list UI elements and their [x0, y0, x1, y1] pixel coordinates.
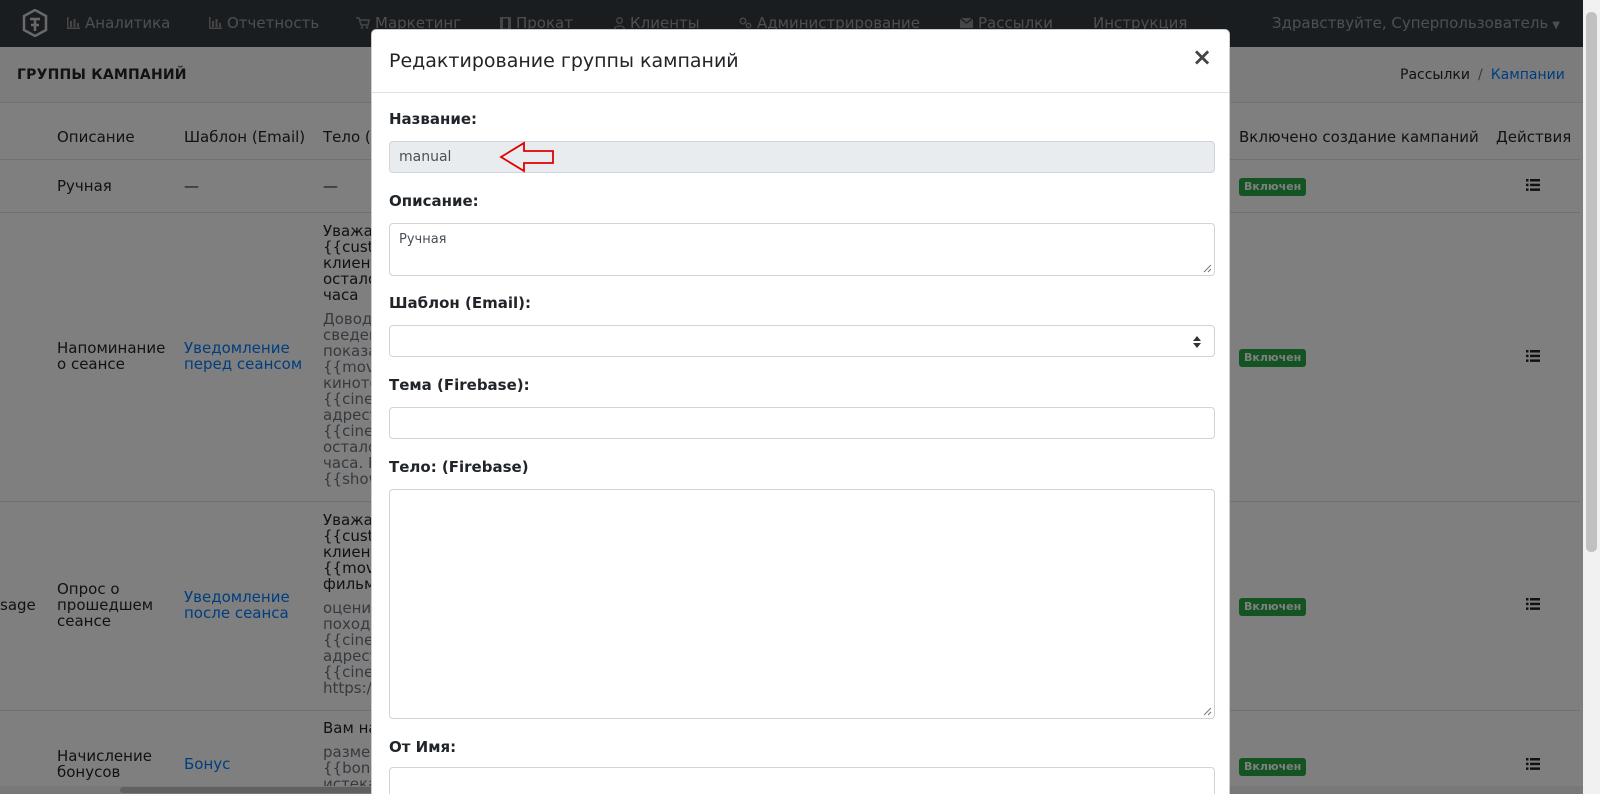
resize-grip-icon[interactable] [1203, 264, 1212, 273]
modal-header: Редактирование группы кампаний × [372, 30, 1229, 93]
vertical-scrollbar[interactable] [1583, 0, 1600, 794]
template-select[interactable] [389, 325, 1215, 357]
name-field-value: manual [399, 149, 452, 165]
from-name-field[interactable] [389, 767, 1215, 794]
resize-grip-icon[interactable] [1203, 707, 1212, 716]
description-textarea-value: Ручная [399, 232, 447, 247]
template-label: Шаблон (Email): [389, 294, 531, 312]
description-label: Описание: [389, 192, 479, 210]
topic-field[interactable] [389, 407, 1215, 439]
from-name-label: От Имя: [389, 738, 457, 756]
topic-label: Тема (Firebase): [389, 376, 530, 394]
select-arrows-icon [1193, 336, 1201, 348]
edit-campaign-group-modal: Редактирование группы кампаний × Названи… [371, 29, 1230, 794]
description-textarea[interactable]: Ручная [389, 223, 1215, 276]
vertical-scrollbar-thumb[interactable] [1586, 12, 1597, 552]
modal-title: Редактирование группы кампаний [389, 50, 739, 72]
body-textarea[interactable] [389, 489, 1215, 719]
annotation-arrow-icon [499, 141, 554, 173]
name-label: Название: [389, 110, 478, 128]
body-label: Тело: (Firebase) [389, 458, 529, 476]
close-icon[interactable]: × [1191, 45, 1213, 70]
